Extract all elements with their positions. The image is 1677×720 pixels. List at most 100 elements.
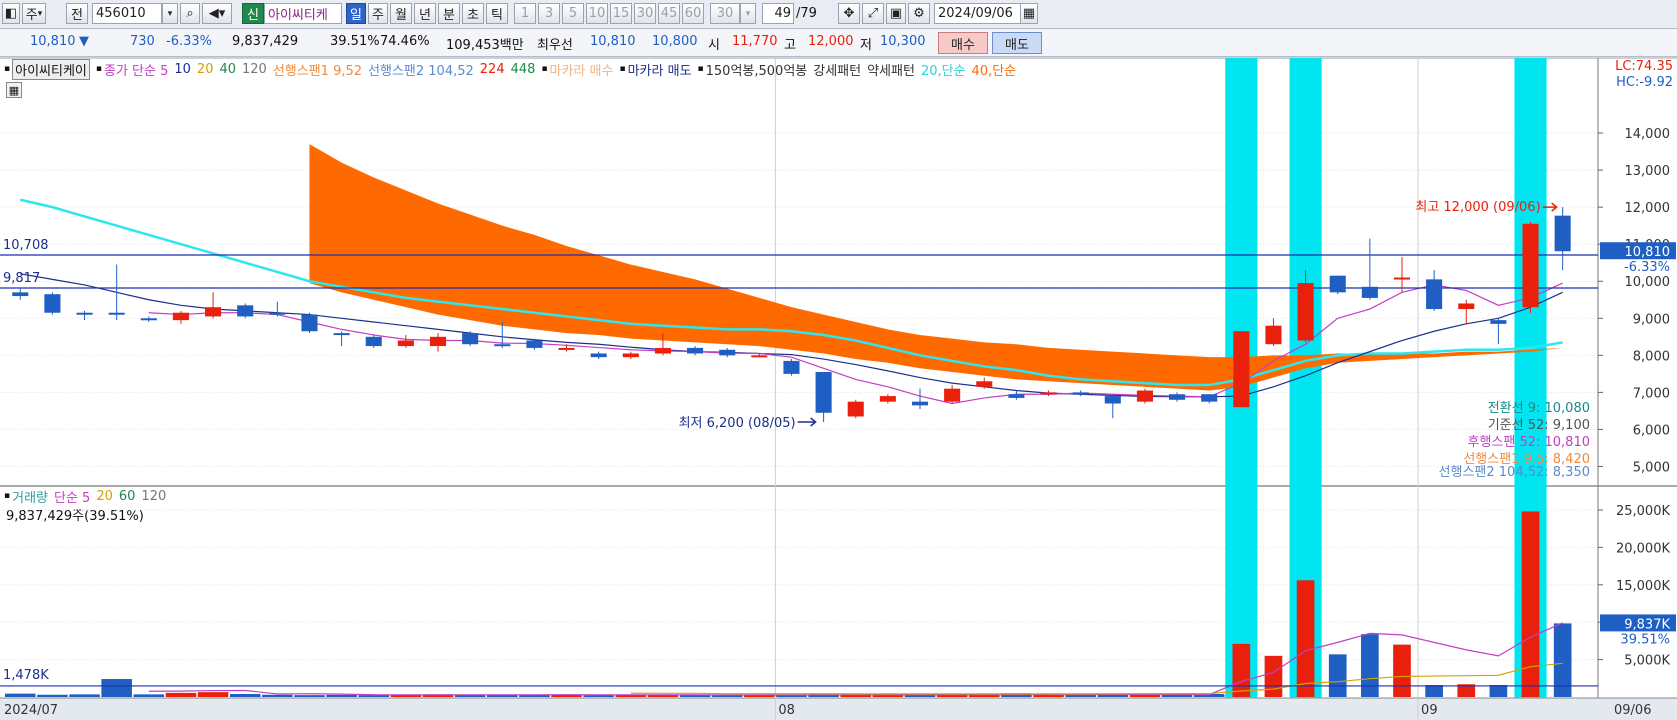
table-icon[interactable]: ▦ [6,82,22,98]
price-tick-label: 11,000 [1625,238,1671,253]
high-price: 12,000 [808,34,854,49]
legend-bong[interactable]: 150억봉,500억봉 [706,60,808,79]
legend-volume-120[interactable]: 120 [141,489,166,504]
h-line-label-10708: 10,708 [3,238,49,253]
price-tick-label: 10,000 [1625,275,1671,290]
annotations: 10,708 9,817 1,478K 최고 12,000 (09/06) 최저 6,2… [3,200,1590,683]
legend-ma10[interactable]: 10 [174,62,191,77]
period-second[interactable]: 초 [462,3,484,24]
volume-bar [744,694,775,697]
legend-ma40-simple[interactable]: 40,단순 [972,60,1017,79]
legend-span1[interactable]: 선행스팬1 9,52 [273,60,362,79]
candle-body [1233,331,1250,408]
interval-5[interactable]: 5 [562,3,584,24]
sound-icon[interactable]: ◀▾ [202,3,232,24]
interval-dropdown[interactable]: ▾ [740,3,756,24]
ichimoku-base-label: 기준선 52: 9,100 [1488,418,1590,433]
interval-15[interactable]: 15 [610,3,632,24]
ratio-percent: 74.46% [380,34,430,49]
volume-bar [133,694,165,697]
change-amount: 730 [130,34,155,49]
grid [0,57,1677,720]
interval-45[interactable]: 45 [658,3,680,24]
period-minute[interactable]: 분 [438,3,460,24]
legend-macara-buy[interactable]: 마카라 매수 [550,60,614,79]
interval-input[interactable]: 30 [710,3,740,24]
candle-body [687,347,704,354]
interval-1[interactable]: 1 [514,3,536,24]
interval-10[interactable]: 10 [586,3,608,24]
volume-bar [294,695,325,697]
legend-ma20[interactable]: 20 [197,62,214,77]
date-axis-bg [0,698,1677,720]
change-arrow: ▼ [79,34,89,49]
legend-strong[interactable]: 강세패턴 [813,60,861,79]
new-listing-badge: 신 [242,3,264,24]
volume-bar [1129,694,1161,697]
price-volume-chart[interactable]: 14,000 13,000 12,000 11,000 10,000 9,000 8,000… [0,0,1677,720]
legend-span2[interactable]: 선행스팬2 104,52 [368,60,474,79]
legend-224[interactable]: 224 [480,62,505,77]
legend-ma40[interactable]: 40 [219,62,236,77]
current-price-tag-text: 10,810 [1625,245,1671,260]
period-month[interactable]: 월 [390,3,412,24]
candle-body [1426,279,1443,310]
legend-weak[interactable]: 약세패턴 [867,60,915,79]
crosshair-icon[interactable]: ✥ [838,3,860,24]
volume-bar [551,694,582,697]
legend-ma120[interactable]: 120 [242,62,267,77]
buy-button[interactable]: 매수 [938,32,988,54]
sell-button[interactable]: 매도 [992,32,1042,54]
volume-tick-label: 15,000K [1616,579,1670,594]
open-label: 시 [708,38,720,53]
legend-volume-20[interactable]: 20 [96,489,113,504]
market-select[interactable]: 주 ▾ [22,3,46,24]
period-day[interactable]: 일 [346,3,366,24]
interval-60[interactable]: 60 [682,3,704,24]
interval-30[interactable]: 30 [634,3,656,24]
code-dropdown-button[interactable]: ▾ [162,3,178,24]
code-input[interactable]: 456010 [92,3,162,24]
candle-body [879,396,896,402]
legend-close-ma[interactable]: 종가 단순 5 [104,60,168,79]
candle-body [944,388,961,402]
legend-volume-ma5[interactable]: 단순 5 [54,487,90,506]
save-icon[interactable]: ▣ [886,3,906,24]
period-year[interactable]: 년 [414,3,436,24]
highlight-band [1225,58,1258,698]
layout-icon[interactable]: ◧ [2,3,20,24]
date-input[interactable]: 2024/09/06 [934,3,1022,24]
highlight-band [1514,58,1547,698]
candle-body [783,360,800,374]
legend-448[interactable]: 448 [511,62,536,77]
search-icon[interactable]: ⌕ [180,3,200,24]
calendar-icon[interactable]: ▦ [1020,3,1038,24]
volume-bar [1457,684,1476,697]
legend-stock-name[interactable]: 아이씨티케이 [12,58,90,80]
legend-volume-60[interactable]: 60 [119,489,136,504]
period-week[interactable]: 주 [368,3,388,24]
ma5-line [148,282,1563,405]
lc-label: LC:74.35 [1615,59,1673,74]
highlight-bands [1225,58,1547,698]
candle-body [622,353,639,358]
zoom-icon[interactable]: ⤢ [862,3,884,24]
h-line-label-9817: 9,817 [3,271,40,286]
stock-name: 아이씨티케 [264,3,342,24]
open-price: 11,770 [732,34,778,49]
candle-body [1393,277,1411,280]
volume-bar [37,694,68,697]
price-tick-label: 9,000 [1633,312,1670,327]
interval-3[interactable]: 3 [538,3,560,24]
legend-volume[interactable]: 거래량 [12,487,48,506]
candle-body [976,381,993,387]
volume-ma5-line [148,622,1563,696]
legend-ma20-simple[interactable]: 20,단순 [921,60,966,79]
volume-bar [1425,685,1443,697]
gear-icon[interactable]: ⚙ [908,3,930,24]
candle-body [1136,390,1153,402]
period-tick[interactable]: 틱 [486,3,508,24]
legend-macara-sell[interactable]: 마카라 매도 [628,60,692,79]
prev-button[interactable]: 전 [66,3,88,24]
page-counter-input[interactable]: 49 [762,3,794,24]
